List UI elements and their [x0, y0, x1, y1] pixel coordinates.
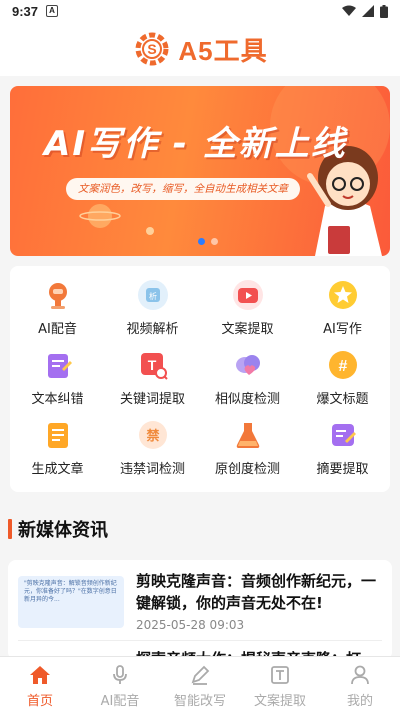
svg-text:S: S	[148, 41, 157, 57]
svg-text:#: #	[338, 358, 347, 375]
news-section-header: 新媒体资讯	[8, 516, 108, 542]
tool-copy-extract[interactable]: 文案提取	[200, 278, 295, 348]
tool-similarity-check[interactable]: 相似度检测	[200, 348, 295, 418]
tool-label: AI写作	[323, 322, 362, 337]
news-list: "剪映克隆声音：解锁音频创作新纪元，你准备好了吗？"在数字创意日新月异的今...…	[8, 560, 392, 660]
status-right	[342, 4, 388, 18]
tool-forbidden-word-check[interactable]: 禁 违禁词检测	[105, 418, 200, 488]
section-title: 新媒体资讯	[18, 520, 108, 541]
video-parse-icon: 析	[136, 278, 170, 312]
tools-grid: AI配音 析 视频解析 文案提取 AI写作 文本纠错 T 关键词提取 相似度检测	[10, 266, 390, 492]
tool-summary-extract[interactable]: 摘要提取	[295, 418, 390, 488]
tool-ai-writing[interactable]: AI写作	[295, 278, 390, 348]
tab-copy-extract[interactable]: 文案提取	[240, 657, 320, 712]
cloud-heart-icon	[231, 348, 265, 382]
tab-home[interactable]: 首页	[0, 657, 80, 712]
flask-icon	[231, 418, 265, 452]
notification-a-icon: A	[46, 5, 59, 17]
tool-label: 生成文章	[31, 462, 84, 477]
text-search-icon: T	[136, 348, 170, 382]
tab-label: 首页	[26, 694, 53, 709]
tab-label: 智能改写	[173, 694, 226, 709]
news-divider	[18, 640, 382, 641]
status-bar: 9:37 A	[0, 0, 400, 22]
svg-text:T: T	[147, 357, 156, 373]
tab-label: AI配音	[100, 694, 140, 709]
tool-ai-dubbing[interactable]: AI配音	[10, 278, 105, 348]
tool-label: 相似度检测	[214, 392, 280, 407]
tool-video-parse[interactable]: 析 视频解析	[105, 278, 200, 348]
logo-gear-icon: S	[135, 32, 169, 66]
promo-banner[interactable]: AI写作 - 全新上线 文案润色，改写，缩写，全自动生成相关文章	[10, 86, 390, 256]
user-icon	[348, 663, 372, 687]
tab-smart-rewrite[interactable]: 智能改写	[160, 657, 240, 712]
tool-generate-article[interactable]: 生成文章	[10, 418, 105, 488]
tool-label: 摘要提取	[316, 462, 369, 477]
hashtag-icon: #	[326, 348, 360, 382]
tab-profile[interactable]: 我的	[320, 657, 400, 712]
news-headline: 剪映克隆声音：音频创作新纪元，一键解锁，你的声音无处不在!	[136, 572, 377, 612]
tool-label: 文本纠错	[31, 392, 84, 407]
summary-edit-icon	[326, 418, 360, 452]
news-thumbnail: "剪映克隆声音：解锁音频创作新纪元，你准备好了吗？"在数字创意日新月异的今...	[18, 576, 124, 628]
banner-decoration	[79, 86, 390, 256]
banner-pager[interactable]	[198, 238, 218, 245]
logo-text: A5工具	[178, 35, 268, 66]
tool-keyword-extract[interactable]: T 关键词提取	[105, 348, 200, 418]
tool-label: 违禁词检测	[119, 462, 185, 477]
banner-subtitle: 文案润色，改写，缩写，全自动生成相关文章	[66, 178, 300, 200]
tool-label: 关键词提取	[119, 392, 185, 407]
tool-hot-titles[interactable]: # 爆文标题	[295, 348, 390, 418]
bottom-tab-bar: 首页 AI配音 智能改写 文案提取 我的	[0, 656, 400, 712]
pen-icon	[188, 663, 212, 687]
mic-icon	[108, 663, 132, 687]
tool-label: 视频解析	[126, 322, 179, 337]
wifi-icon	[342, 5, 356, 16]
svg-text:析: 析	[149, 291, 157, 301]
text-box-icon	[268, 663, 292, 687]
app-header: S A5工具	[0, 22, 400, 76]
tool-label: AI配音	[38, 322, 77, 337]
star-badge-icon	[326, 278, 360, 312]
tab-ai-dubbing[interactable]: AI配音	[80, 657, 160, 712]
signal-icon	[362, 5, 374, 17]
doc-edit-icon	[41, 348, 75, 382]
tool-label: 爆文标题	[316, 392, 369, 407]
app-logo: S A5工具	[132, 29, 267, 69]
status-time: 9:37	[12, 3, 39, 19]
banner-title: AI写作 - 全新上线	[44, 124, 347, 164]
document-icon	[41, 418, 75, 452]
tab-label: 文案提取	[253, 694, 306, 709]
tool-label: 文案提取	[221, 322, 274, 337]
tool-label: 原创度检测	[214, 462, 280, 477]
forbidden-word-icon: 禁	[136, 418, 170, 452]
news-date: 2025-05-28 09:03	[136, 618, 245, 632]
battery-icon	[380, 4, 388, 18]
tab-label: 我的	[346, 694, 373, 709]
svg-text:禁: 禁	[146, 428, 159, 444]
section-accent-bar	[8, 519, 12, 539]
tool-originality-check[interactable]: 原创度检测	[200, 418, 295, 488]
pager-dot-active[interactable]	[198, 238, 205, 245]
video-play-icon	[231, 278, 265, 312]
robot-mic-icon	[41, 278, 75, 312]
home-icon	[28, 663, 52, 687]
pager-dot[interactable]	[211, 238, 218, 245]
tool-text-correction[interactable]: 文本纠错	[10, 348, 105, 418]
